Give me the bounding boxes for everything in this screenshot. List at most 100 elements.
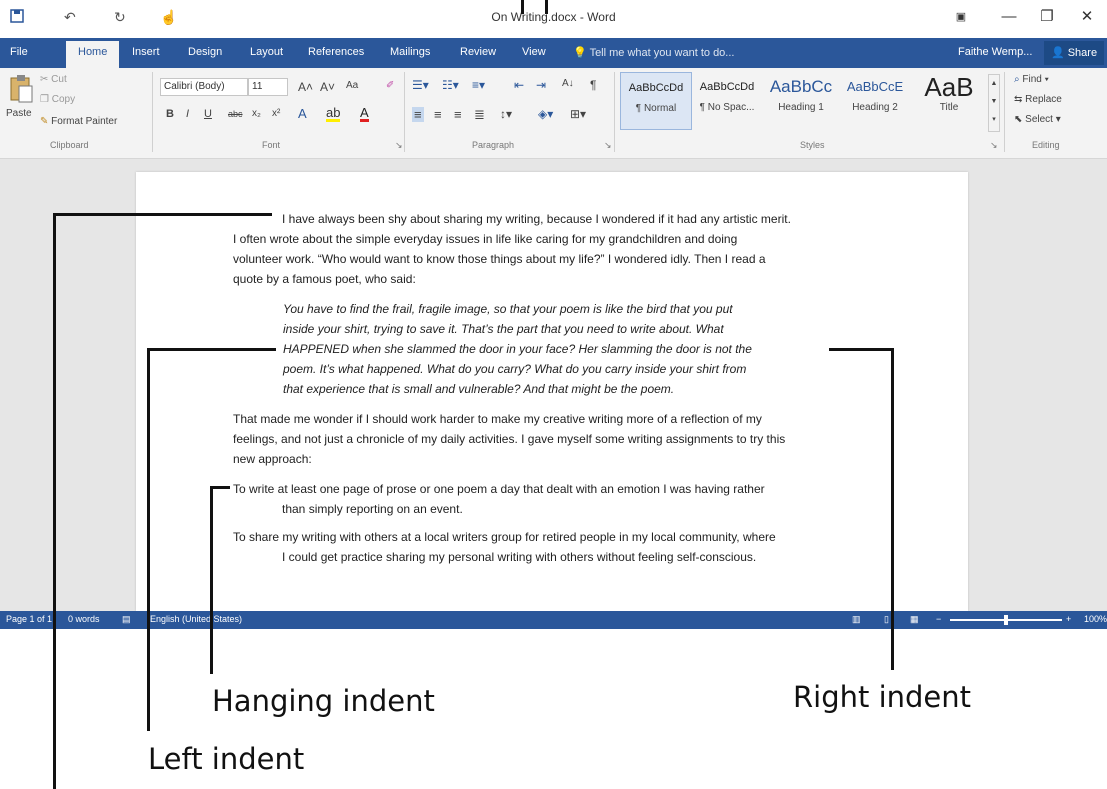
bullets-icon[interactable]: ☰▾	[412, 78, 429, 92]
read-mode-icon[interactable]: ▥	[852, 614, 861, 625]
callout-line	[53, 213, 56, 789]
find-button[interactable]: ⌕ Find ▾	[1014, 74, 1049, 85]
replace-icon: ⇆	[1014, 94, 1023, 105]
dialog-launcher-icon[interactable]: ↘	[395, 140, 403, 151]
superscript-button[interactable]: x²	[272, 108, 280, 119]
paragraph-line: I often wrote about the simple everyday …	[233, 232, 738, 246]
subscript-button[interactable]: x₂	[252, 108, 261, 119]
ribbon-display-icon[interactable]: ▣	[944, 6, 978, 28]
styles-scroll[interactable]: ▲ ▼ ▾	[988, 74, 1000, 132]
zoom-slider-thumb[interactable]	[1004, 615, 1008, 625]
style-title[interactable]: AaB Title	[914, 72, 984, 128]
hanging-indent-callout: Hanging indent	[212, 684, 435, 718]
callout-line	[521, 0, 524, 14]
decrease-indent-icon[interactable]: ⇤	[514, 78, 524, 92]
sort-button[interactable]: A↓	[562, 78, 574, 89]
proofing-icon[interactable]: ▤	[122, 614, 131, 625]
paste-icon	[10, 75, 33, 103]
quote-line: You have to find the frail, fragile imag…	[283, 302, 733, 316]
replace-button[interactable]: ⇆ Replace	[1014, 94, 1062, 105]
print-layout-icon[interactable]: ▯	[884, 614, 889, 625]
align-center-icon[interactable]: ≡	[434, 107, 442, 122]
language-indicator[interactable]: English (United States)	[150, 614, 242, 624]
highlight-icon[interactable]: ab	[326, 106, 341, 122]
copy-icon: ❐	[40, 94, 49, 105]
paragraph-line: That made me wonder if I should work har…	[233, 412, 762, 426]
group-divider	[1004, 72, 1005, 152]
tab-layout[interactable]: Layout	[250, 46, 283, 58]
align-right-icon[interactable]: ≡	[454, 107, 462, 122]
tab-file[interactable]: File	[10, 46, 28, 58]
zoom-out-icon[interactable]: −	[936, 614, 941, 624]
paragraph-line: quote by a famous poet, who said:	[233, 272, 416, 286]
callout-line	[891, 348, 894, 670]
text-effects-icon[interactable]: A	[298, 106, 307, 121]
change-case-button[interactable]: Aa	[346, 80, 358, 91]
font-color-icon[interactable]: A	[360, 106, 369, 122]
tab-mailings[interactable]: Mailings	[390, 46, 430, 58]
tab-view[interactable]: View	[522, 46, 546, 58]
justify-icon[interactable]: ≣	[474, 107, 485, 123]
tab-references[interactable]: References	[308, 46, 364, 58]
style-heading-1[interactable]: AaBbCc Heading 1	[766, 72, 836, 128]
underline-button[interactable]: U	[204, 108, 212, 120]
style-normal[interactable]: AaBbCcDd ¶ Normal	[620, 72, 692, 130]
list-item-line: than simply reporting on an event.	[282, 502, 463, 516]
word-count[interactable]: 0 words	[68, 614, 100, 624]
ribbon-home: Paste ✂ Cut ❐ Copy ✎ Format Painter Clip…	[0, 68, 1107, 159]
person-icon: 👤	[1050, 47, 1065, 59]
scissors-icon: ✂	[40, 74, 49, 85]
editing-group-label: Editing	[1032, 140, 1060, 150]
style-heading-2[interactable]: AaBbCcE Heading 2	[840, 72, 910, 128]
show-marks-button[interactable]: ¶	[590, 78, 596, 92]
multilevel-list-icon[interactable]: ≡▾	[472, 78, 485, 92]
title-bar: ↶ ↻ ☝ On Writing.docx - Word ▣ — ❐ ✕	[0, 0, 1107, 38]
shrink-font-icon[interactable]: A˅	[320, 80, 335, 94]
callout-line	[545, 0, 548, 14]
web-layout-icon[interactable]: ▦	[910, 614, 919, 625]
tab-insert[interactable]: Insert	[132, 46, 160, 58]
share-button[interactable]: 👤 Share	[1044, 41, 1104, 65]
restore-icon[interactable]: ❐	[1030, 6, 1064, 28]
close-icon[interactable]: ✕	[1070, 6, 1104, 28]
page-count[interactable]: Page 1 of 1	[6, 614, 52, 624]
dialog-launcher-icon[interactable]: ↘	[990, 140, 998, 151]
zoom-in-icon[interactable]: +	[1066, 614, 1071, 624]
font-family-select[interactable]: Calibri (Body)	[160, 78, 248, 96]
document-page[interactable]: I have always been shy about sharing my …	[136, 172, 968, 611]
increase-indent-icon[interactable]: ⇥	[536, 78, 546, 92]
borders-icon[interactable]: ⊞▾	[570, 107, 586, 121]
tab-review[interactable]: Review	[460, 46, 496, 58]
quote-line: poem. It’s what happened. What do you ca…	[283, 362, 747, 376]
dialog-launcher-icon[interactable]: ↘	[604, 140, 612, 151]
cut-button[interactable]: ✂ Cut	[40, 74, 67, 85]
bold-button[interactable]: B	[166, 108, 174, 120]
paragraph-group-label: Paragraph	[472, 140, 515, 150]
group-divider	[152, 72, 153, 152]
grow-font-icon[interactable]: A˄	[298, 80, 313, 94]
clear-formatting-icon[interactable]: ✐	[386, 80, 394, 91]
paragraph-line: volunteer work. “Who would want to know …	[233, 252, 766, 266]
minimize-icon[interactable]: —	[992, 6, 1026, 28]
line-spacing-icon[interactable]: ↕▾	[500, 107, 512, 121]
format-painter-button[interactable]: ✎ Format Painter	[40, 116, 117, 127]
select-button[interactable]: ⬉ Select ▾	[1014, 114, 1061, 125]
callout-line	[210, 486, 213, 674]
strikethrough-button[interactable]: abc	[228, 109, 243, 119]
tell-me-box[interactable]: 💡 Tell me what you want to do...	[573, 46, 734, 59]
copy-button[interactable]: ❐ Copy	[40, 94, 75, 105]
callout-line	[829, 348, 894, 351]
numbering-icon[interactable]: ☷▾	[442, 78, 459, 92]
tab-home[interactable]: Home	[66, 41, 120, 68]
tab-design[interactable]: Design	[188, 46, 222, 58]
list-item-line: I could get practice sharing my personal…	[282, 550, 757, 564]
zoom-level[interactable]: 100%	[1084, 614, 1107, 624]
window-title: On Writing.docx - Word	[491, 10, 616, 24]
align-left-icon[interactable]: ≡	[412, 107, 424, 122]
shading-icon[interactable]: ◈▾	[538, 107, 553, 121]
group-divider	[614, 72, 615, 152]
font-size-select[interactable]: 11	[248, 78, 288, 96]
user-name[interactable]: Faithe Wemp...	[958, 46, 1032, 58]
style-no-spacing[interactable]: AaBbCcDd ¶ No Spac...	[692, 72, 762, 128]
italic-button[interactable]: I	[186, 108, 189, 120]
